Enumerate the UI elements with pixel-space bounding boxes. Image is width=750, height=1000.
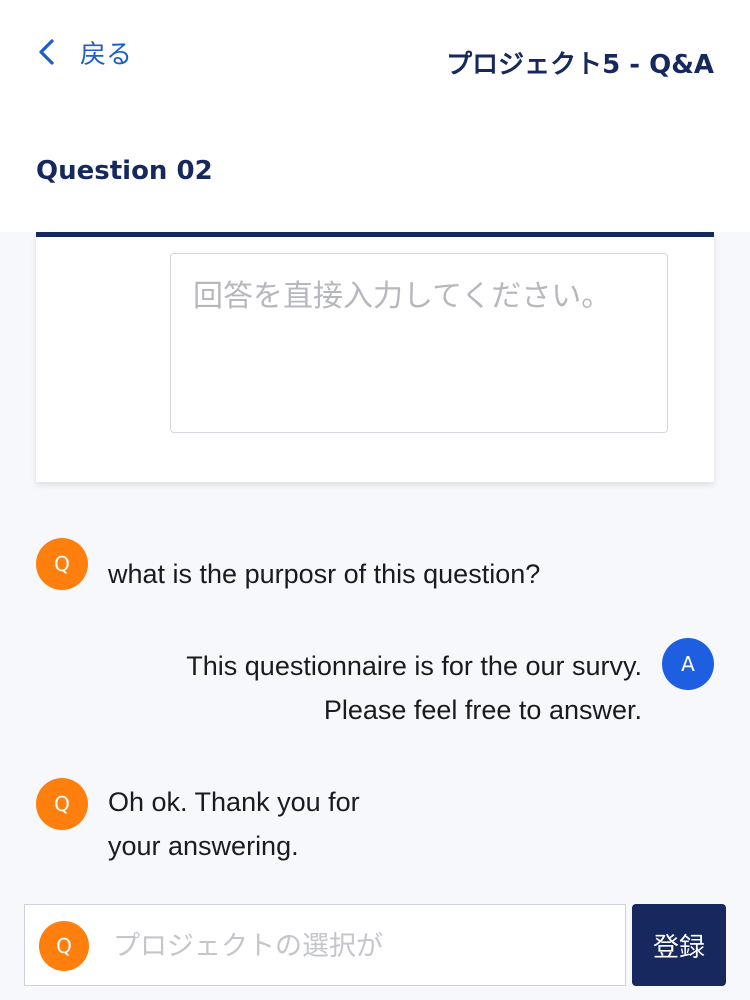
answer-avatar: A (662, 638, 714, 690)
chat-message-question: what is the purposr of this question? (108, 559, 541, 589)
avatar-label: Q (54, 552, 70, 576)
back-button[interactable]: 戻る (36, 30, 132, 74)
question-avatar: Q (39, 921, 89, 971)
avatar-label: Q (56, 934, 72, 958)
main-content: Q what is the purposr of this question? … (0, 232, 750, 1000)
question-avatar: Q (36, 778, 88, 830)
header: 戻る プロジェクト5 - Q&A Question 02 (0, 0, 750, 232)
chevron-left-icon (39, 39, 54, 65)
question-label: Question 02 (36, 156, 213, 186)
back-label: 戻る (80, 39, 133, 70)
chat-message-question: Oh ok. Thank you for your answering. (108, 787, 360, 861)
answer-textarea[interactable] (170, 253, 668, 433)
chat-message-answer: This questionnaire is for the our survy.… (186, 651, 642, 725)
avatar-label: Q (54, 792, 70, 816)
avatar-label: A (681, 652, 695, 676)
question-input[interactable] (111, 905, 615, 987)
submit-button[interactable]: 登録 (632, 904, 726, 986)
answer-card (36, 232, 714, 482)
page-title: プロジェクト5 - Q&A (446, 50, 714, 80)
question-avatar: Q (36, 538, 88, 590)
question-input-bar: Q (24, 904, 626, 987)
